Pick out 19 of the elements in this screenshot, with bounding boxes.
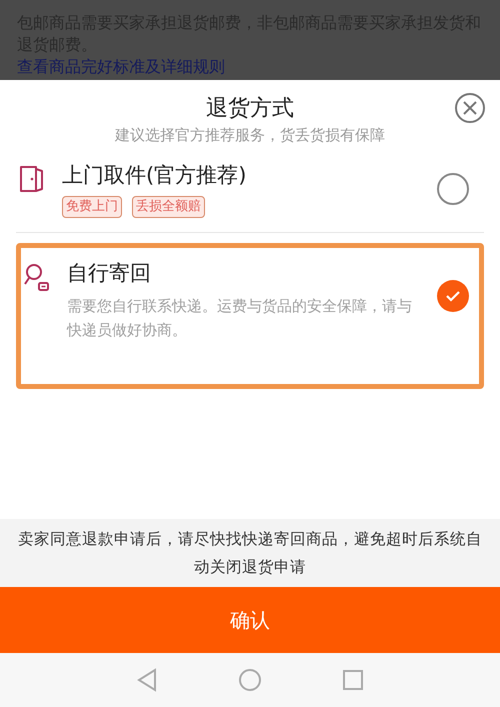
check-icon xyxy=(445,290,461,302)
notice-text: 卖家同意退款申请后，请尽快找快递寄回商品，避免超时后系统自动关闭退货申请 xyxy=(17,529,483,578)
radio-button[interactable] xyxy=(437,173,469,205)
home-icon[interactable] xyxy=(238,668,262,692)
sheet-title: 退货方式 xyxy=(206,95,294,123)
close-icon[interactable] xyxy=(454,92,486,124)
option-tag: 丢损全额赔 xyxy=(132,196,205,218)
sheet-subtitle: 建议选择官方推荐服务，货丢货损有保障 xyxy=(115,125,385,146)
option-tag: 免费上门 xyxy=(62,196,122,218)
back-icon[interactable] xyxy=(136,668,158,692)
option-description: 需要您自行联系快递。运费与货品的安全保障，请与快递员做好协商。 xyxy=(67,296,413,341)
recents-icon[interactable] xyxy=(342,669,364,691)
radio-checked[interactable] xyxy=(437,280,469,312)
door-icon xyxy=(18,164,46,194)
option-title: 自行寄回 xyxy=(67,260,152,287)
person-box-icon xyxy=(23,262,51,294)
option-title: 上门取件(官方推荐) xyxy=(62,162,248,189)
return-option[interactable]: 自行寄回 需要您自行联系快递。运费与货品的安全保障，请与快递员做好协商。 xyxy=(16,243,484,389)
return-option[interactable]: 上门取件(官方推荐) 免费上门 丢损全额赔 xyxy=(16,160,484,233)
